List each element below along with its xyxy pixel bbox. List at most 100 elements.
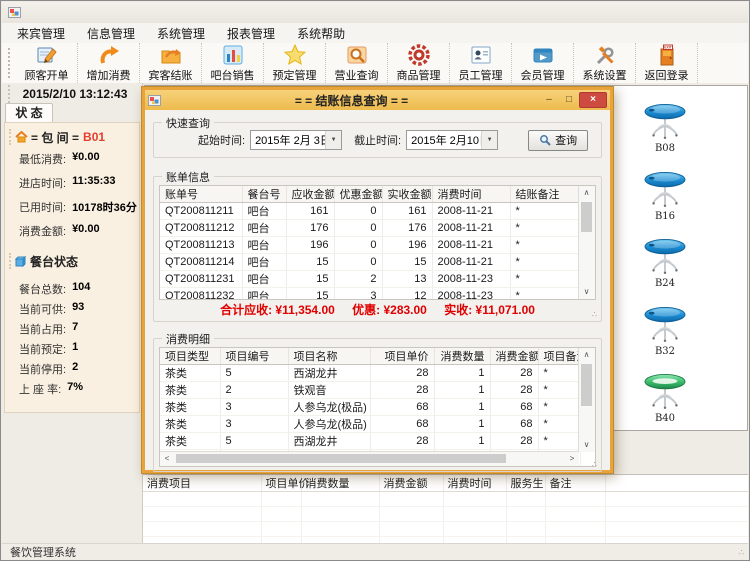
toolbar-guest-checkout-button[interactable]: 宾客结账 xyxy=(140,43,202,83)
table-cell: * xyxy=(538,416,580,433)
toolbar-settings-button[interactable]: 系统设置 xyxy=(574,43,636,83)
menu-help[interactable]: 系统帮助 xyxy=(286,23,356,44)
scroll-down-icon[interactable]: ∨ xyxy=(579,438,594,452)
table-cell: 茶类 xyxy=(160,365,220,382)
table-cell xyxy=(506,507,545,522)
table-row[interactable]: 茶类5西湖龙井28128* xyxy=(160,433,580,450)
vertical-scrollbar[interactable]: ∧ ∨ xyxy=(578,186,595,299)
table-row xyxy=(143,507,748,522)
table-B08[interactable]: B08 xyxy=(630,103,700,154)
scroll-down-icon[interactable]: ∨ xyxy=(579,285,594,299)
table-cell: 茶类 xyxy=(160,416,220,433)
toolbar-goods-mgmt-button[interactable]: 商品管理 xyxy=(388,43,450,83)
table-row[interactable]: QT200811214吧台150152008-11-21* xyxy=(160,254,580,271)
table-row[interactable]: 茶类2铁观音28128* xyxy=(160,382,580,399)
toolbar-business-query-button[interactable]: 营业查询 xyxy=(326,43,388,83)
table-header-cell: 消费项目 xyxy=(143,475,261,492)
query-button[interactable]: 查询 xyxy=(528,130,588,151)
table-row[interactable]: QT200811212吧台17601762008-11-21* xyxy=(160,220,580,237)
table-cell: 1 xyxy=(220,467,288,468)
table-header-cell: 项目类型 xyxy=(160,348,220,365)
main-window: 来宾管理 信息管理 系统管理 报表管理 系统帮助 顾客开单 增加消费 xyxy=(0,0,750,561)
table-cell: * xyxy=(538,433,580,450)
table-row[interactable]: 茶类3人参乌龙(极品)68168* xyxy=(160,399,580,416)
minimize-button[interactable]: – xyxy=(539,93,559,108)
chevron-down-icon[interactable]: ▼ xyxy=(325,131,341,149)
table-row[interactable]: QT200811232吧台153122008-11-23* xyxy=(160,288,580,301)
table-cell: 茶类 xyxy=(160,399,220,416)
start-date-value: 2015年 2月 3日 xyxy=(251,132,325,148)
table-cell: 1 xyxy=(434,399,490,416)
vertical-scrollbar[interactable]: ∧ ∨ xyxy=(578,348,595,452)
close-button[interactable]: × xyxy=(579,92,607,108)
table-header-cell: 餐台号 xyxy=(242,186,286,203)
end-date-value: 2015年 2月10日 xyxy=(407,132,481,148)
table-label: B24 xyxy=(630,278,700,289)
table-cell: 68 xyxy=(490,399,538,416)
table-row xyxy=(143,522,748,537)
table-status-header: 餐台状态 xyxy=(9,253,78,269)
scroll-up-icon[interactable]: ∧ xyxy=(579,186,594,200)
horizontal-scrollbar[interactable]: < > xyxy=(160,451,579,466)
table-row[interactable]: 茶类3人参乌龙(极品)68168* xyxy=(160,416,580,433)
scroll-right-icon[interactable]: > xyxy=(565,452,579,465)
scroll-up-icon[interactable]: ∧ xyxy=(579,348,594,362)
table-B32[interactable]: B32 xyxy=(630,306,700,357)
bill-grid-body: QT200811211吧台16101612008-11-21*QT2008112… xyxy=(160,203,580,301)
bar-sales-icon xyxy=(221,44,245,66)
info-value: 104 xyxy=(72,281,90,295)
status-panel: = 包 间 = B01 最低消费: ¥0.00 进店时间: 11:35:33 已… xyxy=(4,122,140,413)
bill-grid: 账单号餐台号应收金额优惠金额实收金额消费时间结账备注 QT200811211吧台… xyxy=(159,185,596,300)
table-B40[interactable]: B40 xyxy=(630,373,700,424)
toolbar-logout-button[interactable]: EXIT 返回登录 xyxy=(636,43,698,83)
table-B24[interactable]: B24 xyxy=(630,238,700,289)
table-header-cell: 项目备注 xyxy=(538,348,580,365)
table-header-cell: 备注 xyxy=(545,475,605,492)
tab-status[interactable]: 状 态 xyxy=(5,103,53,122)
table-cell: 5 xyxy=(220,433,288,450)
table-cell: 吧台 xyxy=(242,237,286,254)
toolbar-open-bill-button[interactable]: 顾客开单 xyxy=(16,43,78,83)
table-cell: 2 xyxy=(220,382,288,399)
toolbar-label: 宾客结账 xyxy=(149,67,193,83)
group-label: 账单信息 xyxy=(162,169,214,185)
scroll-left-icon[interactable]: < xyxy=(160,452,174,465)
table-row[interactable]: QT200811231吧台152132008-11-23* xyxy=(160,271,580,288)
toolbar-bar-sales-button[interactable]: 吧台销售 xyxy=(202,43,264,83)
table-cell: * xyxy=(510,271,580,288)
table-B16[interactable]: B16 xyxy=(630,171,700,222)
table-cell xyxy=(301,507,379,522)
scrollbar-thumb[interactable] xyxy=(176,454,506,463)
menu-report-mgmt[interactable]: 报表管理 xyxy=(216,23,286,44)
toolbar-label: 系统设置 xyxy=(583,67,627,83)
menu-guest-mgmt[interactable]: 来宾管理 xyxy=(6,23,76,44)
table-cell: QT200811212 xyxy=(160,220,242,237)
menu-info-mgmt[interactable]: 信息管理 xyxy=(76,23,146,44)
toolbar-grip xyxy=(8,48,13,78)
toolbar-reservation-button[interactable]: 预定管理 xyxy=(264,43,326,83)
table-row xyxy=(143,492,748,507)
table-cell: 1 xyxy=(434,433,490,450)
menu-system-mgmt[interactable]: 系统管理 xyxy=(146,23,216,44)
scrollbar-thumb[interactable] xyxy=(581,202,592,232)
start-date-picker[interactable]: 2015年 2月 3日 ▼ xyxy=(250,130,342,150)
table-row[interactable]: 茶类1铁观音(极品)68168* xyxy=(160,467,580,468)
end-date-picker[interactable]: 2015年 2月10日 ▼ xyxy=(406,130,498,150)
room-value: B01 xyxy=(83,130,105,144)
table-row[interactable]: 茶类5西湖龙井28128* xyxy=(160,365,580,382)
toolbar-add-consume-button[interactable]: 增加消费 xyxy=(78,43,140,83)
maximize-button[interactable]: □ xyxy=(559,93,579,108)
table-row[interactable]: QT200811211吧台16101612008-11-21* xyxy=(160,203,580,220)
table-row[interactable]: QT200811213吧台19601962008-11-21* xyxy=(160,237,580,254)
toolbar-staff-mgmt-button[interactable]: 员工管理 xyxy=(450,43,512,83)
info-label: 进店时间: xyxy=(19,175,66,189)
table-cell xyxy=(379,492,443,507)
scrollbar-thumb[interactable] xyxy=(581,364,592,406)
info-row: 消费金额: ¥0.00 xyxy=(19,223,137,237)
info-row: 当前可供: 93 xyxy=(19,301,137,315)
table-label: B32 xyxy=(630,346,700,357)
toolbar-member-mgmt-button[interactable]: 会员管理 xyxy=(512,43,574,83)
info-value: ¥0.00 xyxy=(72,223,100,237)
chevron-down-icon[interactable]: ▼ xyxy=(481,131,497,149)
table-cell xyxy=(261,507,301,522)
